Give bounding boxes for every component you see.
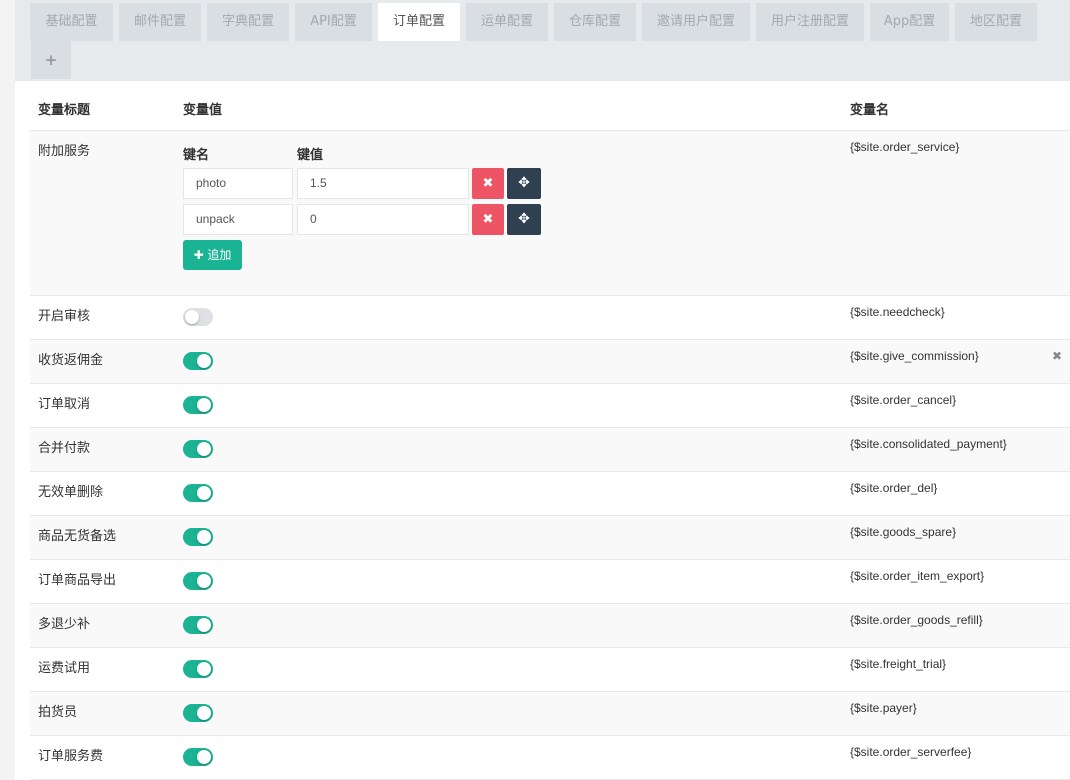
move-entry-button[interactable]: ✥ bbox=[507, 168, 541, 199]
row-var-name: {$site.payer} bbox=[850, 701, 917, 715]
toggle-knob bbox=[197, 442, 211, 456]
tab-dictionary[interactable]: 字典配置 bbox=[207, 3, 289, 41]
row-title: 商品无货备选 bbox=[38, 529, 117, 544]
config-row-freight-trial: 运费试用 {$site.freight_trial} bbox=[30, 648, 1070, 692]
toggle-knob bbox=[185, 310, 199, 324]
toggle-knob bbox=[197, 354, 211, 368]
consolidated-payment-toggle[interactable] bbox=[183, 440, 213, 458]
row-title: 订单商品导出 bbox=[38, 573, 117, 588]
row-var-name: {$site.order_item_export} bbox=[850, 569, 985, 583]
row-var-name: {$site.give_commission} bbox=[850, 349, 979, 363]
config-row-order-cancel: 订单取消 {$site.order_cancel} bbox=[30, 384, 1070, 428]
config-row-order-goods-refill: 多退少补 {$site.order_goods_refill} bbox=[30, 604, 1070, 648]
tab-region[interactable]: 地区配置 bbox=[955, 3, 1037, 41]
toggle-knob bbox=[197, 618, 211, 632]
config-row-give-commission: 收货返佣金 {$site.give_commission} ✖ bbox=[30, 340, 1070, 384]
payer-toggle[interactable] bbox=[183, 704, 213, 722]
row-title: 运费试用 bbox=[38, 661, 91, 676]
row-title: 开启审核 bbox=[38, 309, 91, 324]
toggle-knob bbox=[197, 706, 211, 720]
tab-basic[interactable]: 基础配置 bbox=[30, 3, 113, 41]
toggle-knob bbox=[197, 486, 211, 500]
toggle-knob bbox=[197, 398, 211, 412]
order-del-toggle[interactable] bbox=[183, 484, 213, 502]
row-var-name: {$site.consolidated_payment} bbox=[850, 437, 1007, 451]
order-goods-refill-toggle[interactable] bbox=[183, 616, 213, 634]
needcheck-toggle[interactable] bbox=[183, 308, 213, 326]
tab-warehouse[interactable]: 仓库配置 bbox=[554, 3, 636, 41]
header-name: 变量名 bbox=[850, 103, 890, 118]
value-input[interactable]: 0 bbox=[297, 204, 469, 235]
config-row-goods-spare: 商品无货备选 {$site.goods_spare} bbox=[30, 516, 1070, 560]
tab-invite-user[interactable]: 邀请用户配置 bbox=[642, 3, 750, 41]
row-var-name: {$site.order_cancel} bbox=[850, 393, 957, 407]
row-var-name: {$site.needcheck} bbox=[850, 305, 945, 319]
config-row-needcheck: 开启审核 {$site.needcheck} bbox=[30, 296, 1070, 340]
service-row: 附加服务 键名 键值 photo 1.5 ✖ ✥ unpack 0 ✖ ✥ ✚ … bbox=[30, 131, 1070, 296]
tab-api[interactable]: API配置 bbox=[295, 3, 372, 41]
tab-mail[interactable]: 邮件配置 bbox=[119, 3, 201, 41]
row-var-name: {$site.order_goods_refill} bbox=[850, 613, 983, 627]
service-var-name: {$site.order_service} bbox=[850, 140, 960, 154]
freight-trial-toggle[interactable] bbox=[183, 660, 213, 678]
value-input[interactable]: 1.5 bbox=[297, 168, 469, 199]
row-var-name: {$site.goods_spare} bbox=[850, 525, 957, 539]
remove-entry-button[interactable]: ✖ bbox=[472, 168, 504, 199]
tab-order[interactable]: 订单配置 bbox=[378, 3, 460, 41]
toggle-knob bbox=[197, 574, 211, 588]
order-cancel-toggle[interactable] bbox=[183, 396, 213, 414]
order-item-export-toggle[interactable] bbox=[183, 572, 213, 590]
config-row-order-serverfee: 订单服务费 {$site.order_serverfee} bbox=[30, 736, 1070, 780]
tab-user-register[interactable]: 用户注册配置 bbox=[756, 3, 864, 41]
tab-waybill[interactable]: 运单配置 bbox=[466, 3, 548, 41]
row-title: 订单服务费 bbox=[38, 749, 104, 764]
remove-entry-button[interactable]: ✖ bbox=[472, 204, 504, 235]
row-var-name: {$site.order_del} bbox=[850, 481, 938, 495]
config-row-order-del: 无效单删除 {$site.order_del} bbox=[30, 472, 1070, 516]
key-header: 键名 bbox=[183, 148, 210, 163]
goods-spare-toggle[interactable] bbox=[183, 528, 213, 546]
toggle-knob bbox=[197, 662, 211, 676]
row-title: 收货返佣金 bbox=[38, 353, 104, 368]
add-entry-button[interactable]: ✚ 追加 bbox=[183, 240, 242, 270]
row-title: 拍货员 bbox=[38, 705, 78, 720]
key-input[interactable]: photo bbox=[183, 168, 293, 199]
order-serverfee-toggle[interactable] bbox=[183, 748, 213, 766]
row-title: 合并付款 bbox=[38, 441, 91, 456]
config-panel: 基础配置 邮件配置 字典配置 API配置 订单配置 运单配置 仓库配置 邀请用户… bbox=[15, 0, 1070, 780]
row-title: 多退少补 bbox=[38, 617, 91, 632]
toggle-knob bbox=[197, 530, 211, 544]
header-title: 变量标题 bbox=[38, 103, 91, 118]
tab-app[interactable]: App配置 bbox=[870, 3, 949, 41]
config-row-consolidated-payment: 合并付款 {$site.consolidated_payment} bbox=[30, 428, 1070, 472]
row-title: 无效单删除 bbox=[38, 485, 104, 500]
config-row-payer: 拍货员 {$site.payer} bbox=[30, 692, 1070, 736]
toggle-knob bbox=[197, 750, 211, 764]
row-var-name: {$site.order_serverfee} bbox=[850, 745, 972, 759]
header-value: 变量值 bbox=[183, 103, 223, 118]
add-tab-button[interactable]: + bbox=[31, 41, 71, 79]
config-tab-bar: 基础配置 邮件配置 字典配置 API配置 订单配置 运单配置 仓库配置 邀请用户… bbox=[15, 0, 1070, 81]
delete-row-icon[interactable]: ✖ bbox=[1052, 349, 1062, 363]
row-var-name: {$site.freight_trial} bbox=[850, 657, 947, 671]
move-entry-button[interactable]: ✥ bbox=[507, 204, 541, 235]
service-title: 附加服务 bbox=[38, 144, 91, 159]
row-title: 订单取消 bbox=[38, 397, 91, 412]
value-header: 键值 bbox=[297, 148, 324, 163]
config-row-order-item-export: 订单商品导出 {$site.order_item_export} bbox=[30, 560, 1070, 604]
key-input[interactable]: unpack bbox=[183, 204, 293, 235]
give-commission-toggle[interactable] bbox=[183, 352, 213, 370]
